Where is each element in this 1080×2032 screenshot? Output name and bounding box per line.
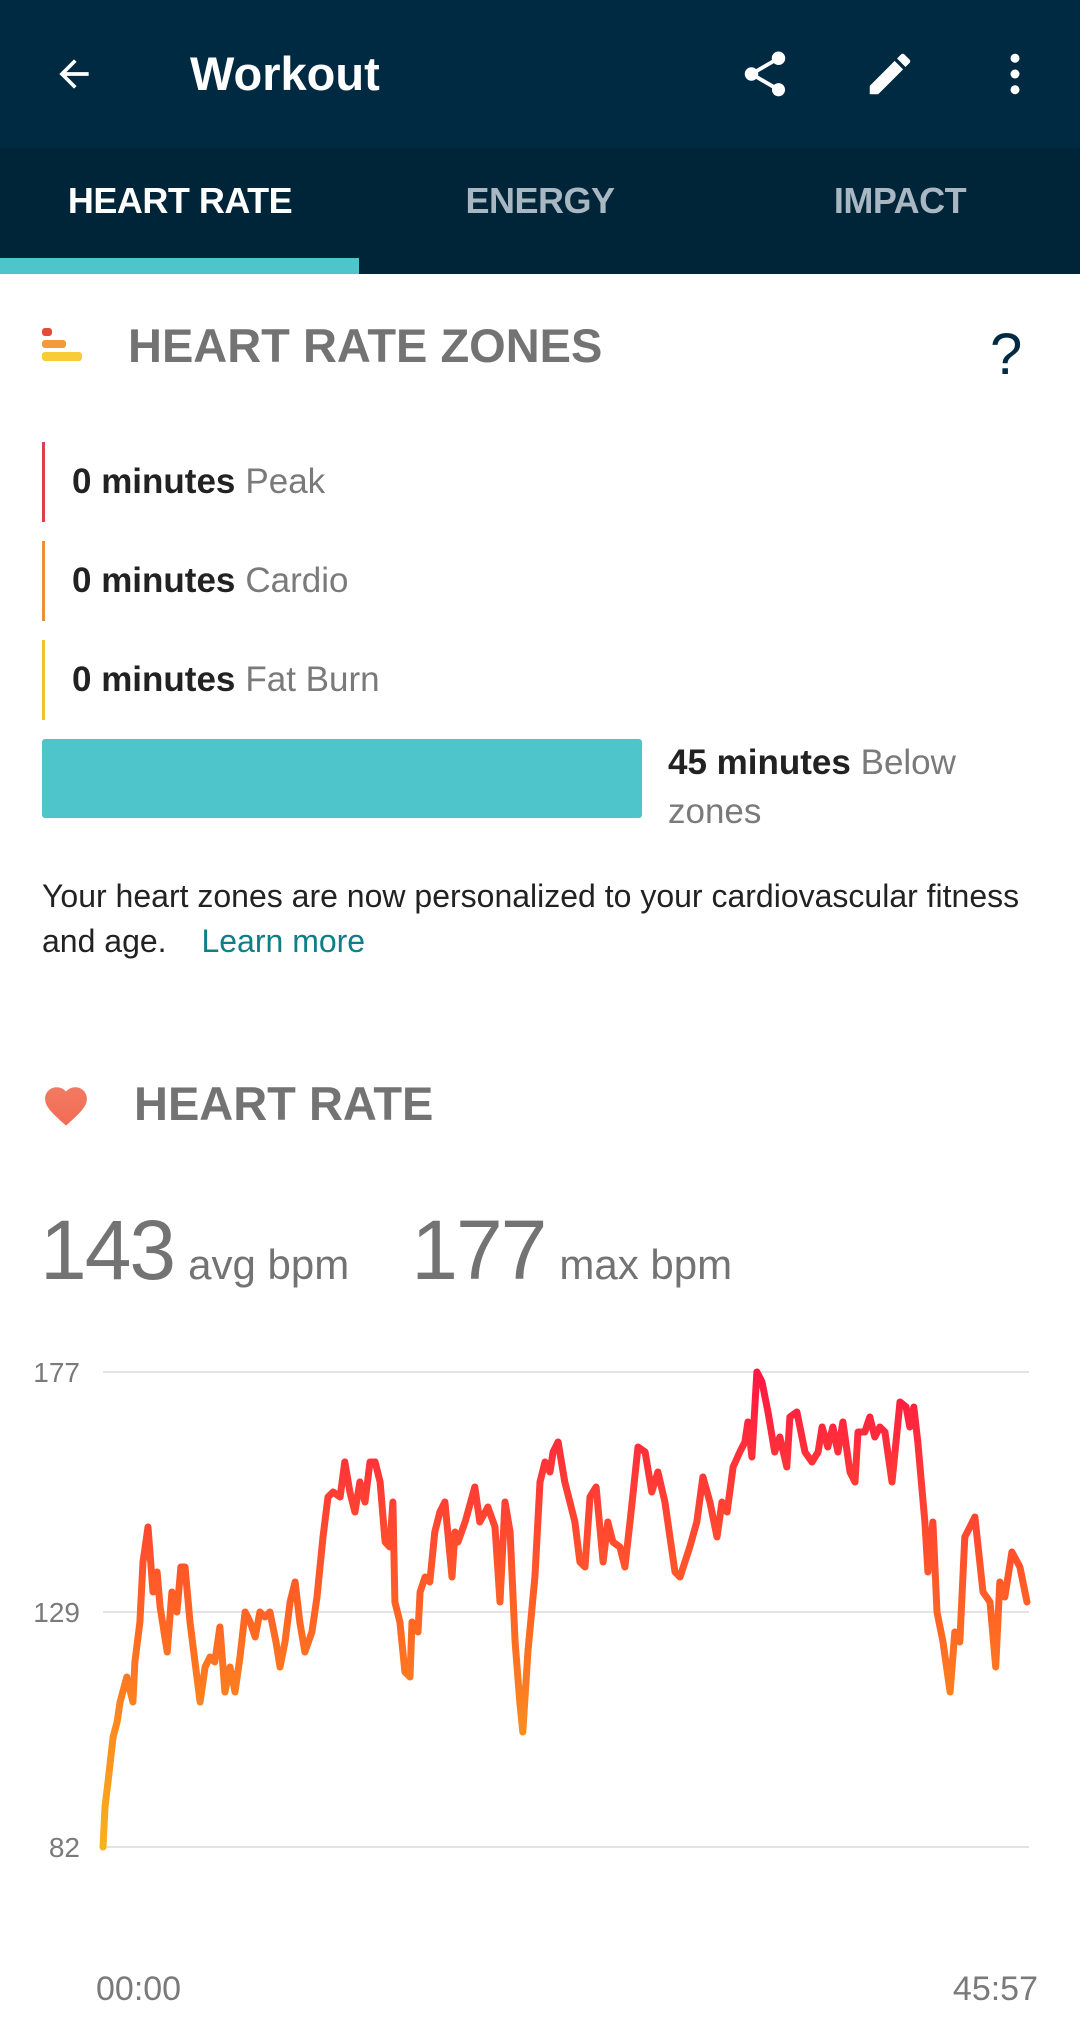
zone-minutes: 0 minutes (72, 660, 236, 699)
y-tick-label: 82 (49, 1832, 80, 1863)
y-tick-label: 129 (33, 1597, 80, 1628)
heart-icon (45, 1086, 87, 1126)
help-button[interactable]: ? (990, 322, 1022, 388)
zone-row-fat-burn: 0 minutes Fat Burn (42, 640, 380, 720)
heart-rate-series-line (99, 1368, 1031, 1851)
zone-label: Cardio (245, 561, 349, 600)
avg-bpm-value: 143 (40, 1203, 176, 1297)
max-bpm-label: max bpm (559, 1241, 733, 1288)
zones-header: HEART RATE ZONES (40, 318, 602, 373)
zones-title: HEART RATE ZONES (128, 319, 603, 372)
heart-rate-chart: 177 129 82 00:00 45:57 (33, 1357, 1038, 2008)
below-zones-bar (42, 739, 642, 818)
max-bpm-value: 177 (411, 1203, 547, 1297)
heart-rate-stats: 143 avg bpm 177 max bpm (40, 1205, 732, 1295)
avg-bpm-label: avg bpm (188, 1241, 350, 1288)
below-zones-text: 45 minutes Below zones (668, 738, 998, 836)
zone-row-cardio: 0 minutes Cardio (42, 541, 349, 621)
heart-rate-title: HEART RATE (134, 1077, 434, 1130)
tab-heart-rate[interactable]: HEART RATE (0, 148, 360, 274)
share-icon (744, 51, 786, 97)
x-tick-start: 00:00 (96, 1970, 181, 2008)
y-tick-label: 177 (33, 1357, 80, 1388)
heart-rate-header: HEART RATE (40, 1076, 433, 1131)
page-title: Workout (190, 47, 380, 100)
below-zones-minutes: 45 minutes (668, 743, 851, 782)
zone-minutes: 0 minutes (72, 462, 236, 501)
app-bar: Workout (0, 0, 1080, 148)
more-vert-icon (1010, 53, 1020, 95)
zone-minutes: 0 minutes (72, 561, 236, 600)
zones-note: Your heart zones are now personalized to… (42, 874, 1022, 964)
zone-label: Peak (245, 462, 326, 501)
zones-note-text: Your heart zones are now personalized to… (42, 878, 1020, 959)
zones-bars-icon (42, 327, 82, 361)
more-options-button[interactable] (985, 44, 1045, 104)
tab-bar: HEART RATE ENERGY IMPACT (0, 148, 1080, 274)
back-button[interactable] (44, 44, 104, 104)
tab-impact[interactable]: IMPACT (720, 148, 1080, 274)
x-tick-end: 45:57 (953, 1970, 1038, 2008)
share-button[interactable] (735, 44, 795, 104)
edit-pencil-icon (869, 53, 911, 95)
learn-more-link[interactable]: Learn more (201, 923, 365, 959)
zone-row-peak: 0 minutes Peak (42, 442, 325, 522)
back-arrow-icon (59, 59, 89, 89)
active-tab-indicator (0, 258, 359, 274)
edit-button[interactable] (860, 44, 920, 104)
tab-energy[interactable]: ENERGY (360, 148, 720, 274)
zone-label: Fat Burn (245, 660, 380, 699)
